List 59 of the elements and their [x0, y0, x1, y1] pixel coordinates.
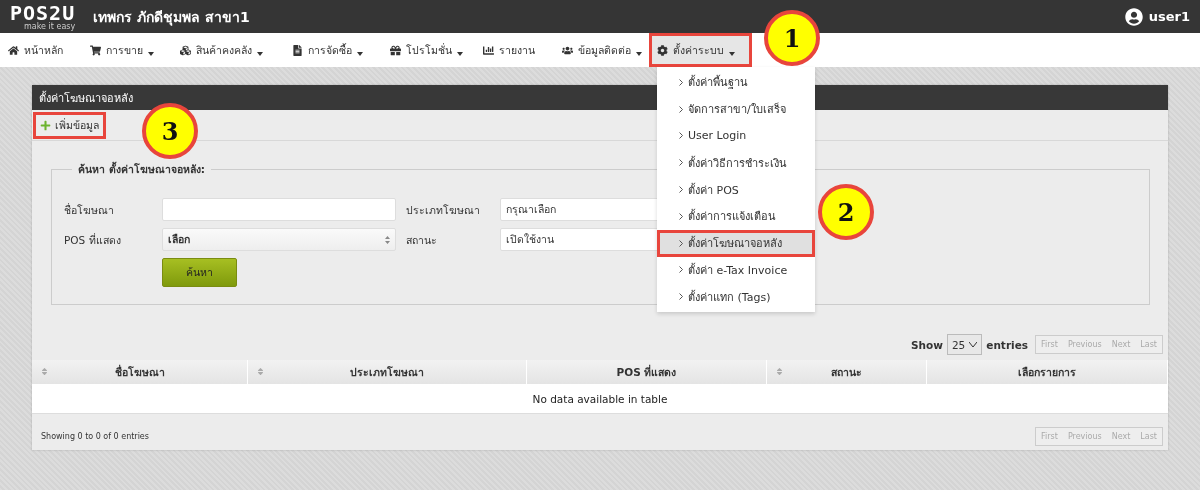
- select-field[interactable]: เลือก: [162, 228, 396, 251]
- updown-icon: [385, 235, 390, 244]
- column-header[interactable]: POS ที่แสดง: [527, 360, 767, 384]
- add-button[interactable]: เพิ่มข้อมูล: [34, 112, 105, 138]
- nav-item[interactable]: การจัดซื้อ: [284, 33, 382, 67]
- chevron-icon: [679, 159, 683, 167]
- column-header[interactable]: ประเภทโฆษณา: [248, 360, 527, 384]
- chevron-icon: [679, 78, 683, 86]
- user-avatar-icon[interactable]: [1124, 7, 1143, 26]
- column-header[interactable]: สถานะ: [767, 360, 927, 384]
- field-label: ชื่อโฆษณา: [64, 202, 115, 218]
- menu-item[interactable]: ตั้งค่าวิธีการชำระเงิน: [657, 149, 815, 177]
- settings-icon: [657, 44, 668, 56]
- chevron-icon: [679, 105, 683, 113]
- cubes-icon: [180, 44, 191, 56]
- empty-message: No data available in table: [32, 384, 1168, 414]
- chevron-icon: [679, 212, 683, 220]
- nav-item[interactable]: สินค้าคงคลัง: [172, 33, 284, 67]
- menu-item[interactable]: ตั้งค่าพื้นฐาน: [657, 69, 815, 96]
- page-size-select[interactable]: 25: [946, 334, 983, 355]
- nav-item[interactable]: ตั้งค่าระบบ: [649, 33, 752, 67]
- user-menu[interactable]: user1: [1148, 9, 1190, 24]
- nav-item[interactable]: โปรโมชั่น: [382, 33, 475, 67]
- menu-item[interactable]: User Login: [657, 122, 815, 150]
- menu-item[interactable]: ตั้งค่าแทก (Tags): [657, 283, 815, 311]
- column-header[interactable]: เลือกรายการ: [927, 360, 1168, 384]
- column-header[interactable]: ชื่อโฆษณา: [32, 360, 248, 384]
- field-label: สถานะ: [406, 233, 438, 248]
- nav-item[interactable]: การขาย: [82, 33, 172, 67]
- chevron-icon: [679, 186, 683, 194]
- chevron-down-icon: [969, 342, 978, 347]
- table-info: Showing 0 to 0 of 0 entries: [41, 431, 149, 441]
- menu-item[interactable]: จัดการสาขา/ใบเสร็จ: [657, 95, 815, 123]
- home-icon: [8, 44, 19, 56]
- input-field[interactable]: [162, 198, 396, 221]
- chevron-icon: [679, 132, 683, 140]
- nav-item[interactable]: หน้าหลัก: [0, 33, 82, 67]
- field-label: POS ที่แสดง: [64, 232, 122, 248]
- bar-chart-icon: [483, 44, 494, 56]
- plus-icon: [40, 119, 51, 131]
- nav-item[interactable]: รายงาน: [475, 33, 554, 67]
- chevron-icon: [679, 239, 683, 247]
- cart-icon: [90, 44, 101, 56]
- chevron-icon: [679, 293, 683, 301]
- logo-tagline: make it easy: [24, 22, 76, 31]
- entries-label: entries: [986, 338, 1029, 351]
- chevron-icon: [679, 266, 683, 274]
- menu-item[interactable]: ตั้งค่า e-Tax Invoice: [657, 256, 815, 284]
- menu-item[interactable]: ตั้งค่าโฆษณาจอหลัง: [657, 229, 815, 257]
- search-legend: ค้นหา ตั้งค่าโฆษณาจอหลัง:: [72, 161, 211, 178]
- document-icon: [292, 44, 303, 56]
- show-label: Show: [910, 338, 943, 351]
- nav-item[interactable]: ข้อมูลติดต่อ: [554, 33, 649, 67]
- gift-icon: [390, 44, 401, 56]
- field-label: ประเภทโฆษณา: [406, 203, 481, 218]
- logo: POS2U: [10, 2, 76, 23]
- search-button[interactable]: ค้นหา: [162, 258, 237, 287]
- store-name: เทพกร ภักดีชุมพล สาขา1: [93, 7, 250, 28]
- users-icon: [562, 44, 573, 56]
